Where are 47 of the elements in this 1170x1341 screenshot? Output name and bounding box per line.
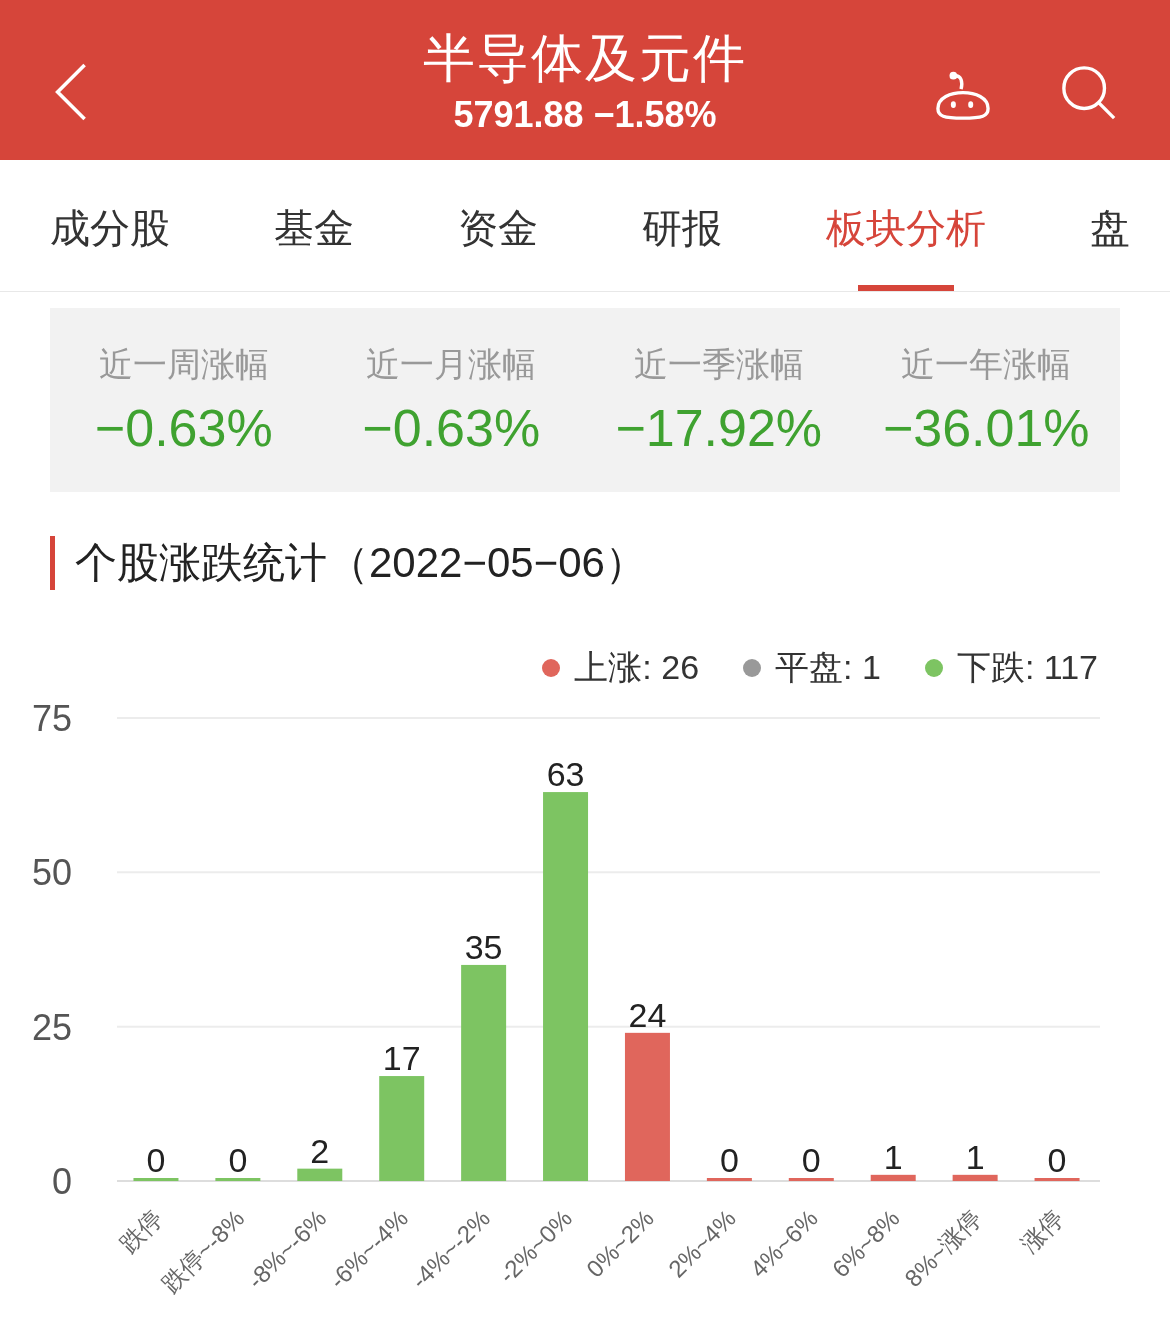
axis-tick-label: 50 xyxy=(31,852,72,894)
axis-tick-label: 25 xyxy=(31,1006,72,1048)
bar xyxy=(215,1178,261,1181)
return-label: 近一周涨幅 xyxy=(98,344,269,385)
data-label: 2 xyxy=(310,1131,330,1170)
bar xyxy=(870,1174,916,1181)
search-icon[interactable] xyxy=(1060,64,1118,122)
data-label: 0 xyxy=(146,1141,166,1179)
bar xyxy=(788,1178,834,1181)
data-label: 24 xyxy=(628,995,667,1034)
page-title: 半导体及元件 xyxy=(423,28,747,89)
return-label: 近一季涨幅 xyxy=(633,344,804,385)
data-label: 63 xyxy=(546,755,585,794)
return-value: −0.63% xyxy=(362,398,541,458)
tab[interactable]: 盘 xyxy=(1090,160,1130,291)
axis-tick-label: 0 xyxy=(51,1161,72,1202)
return-value: −36.01% xyxy=(882,398,1090,458)
data-label: 35 xyxy=(464,927,503,966)
bar xyxy=(952,1174,998,1181)
data-label: 17 xyxy=(382,1039,421,1078)
legend-label: 下跌: 117 xyxy=(956,647,1098,688)
bar xyxy=(133,1178,179,1181)
data-label: 1 xyxy=(883,1137,903,1176)
data-label: 0 xyxy=(228,1141,248,1179)
bar xyxy=(297,1168,343,1181)
data-label: 1 xyxy=(965,1137,985,1176)
tab[interactable]: 成分股 xyxy=(50,160,170,291)
category-label: 跌停 xyxy=(114,1204,168,1258)
bar xyxy=(706,1178,752,1181)
data-label: 0 xyxy=(719,1141,739,1179)
tab[interactable]: 研报 xyxy=(642,160,722,291)
return-label: 近一月涨幅 xyxy=(366,344,537,385)
bar xyxy=(1034,1178,1080,1181)
return-label: 近一年涨幅 xyxy=(901,344,1072,385)
data-label: 0 xyxy=(1047,1141,1067,1179)
tab[interactable]: 资金 xyxy=(458,160,538,291)
return-value: −17.92% xyxy=(615,398,823,458)
tab[interactable]: 基金 xyxy=(274,160,354,291)
legend-label: 上涨: 26 xyxy=(574,647,700,688)
data-label: 0 xyxy=(801,1141,821,1179)
category-label: 涨停 xyxy=(1015,1204,1069,1258)
section-marker xyxy=(50,536,55,590)
axis-tick-label: 75 xyxy=(31,698,72,739)
return-value: −0.63% xyxy=(94,398,273,458)
index-quote: 5791.88 −1.58% xyxy=(453,93,717,137)
section-title: 个股涨跌统计（2022−05−06） xyxy=(75,538,647,588)
legend-label: 平盘: 1 xyxy=(775,647,881,688)
